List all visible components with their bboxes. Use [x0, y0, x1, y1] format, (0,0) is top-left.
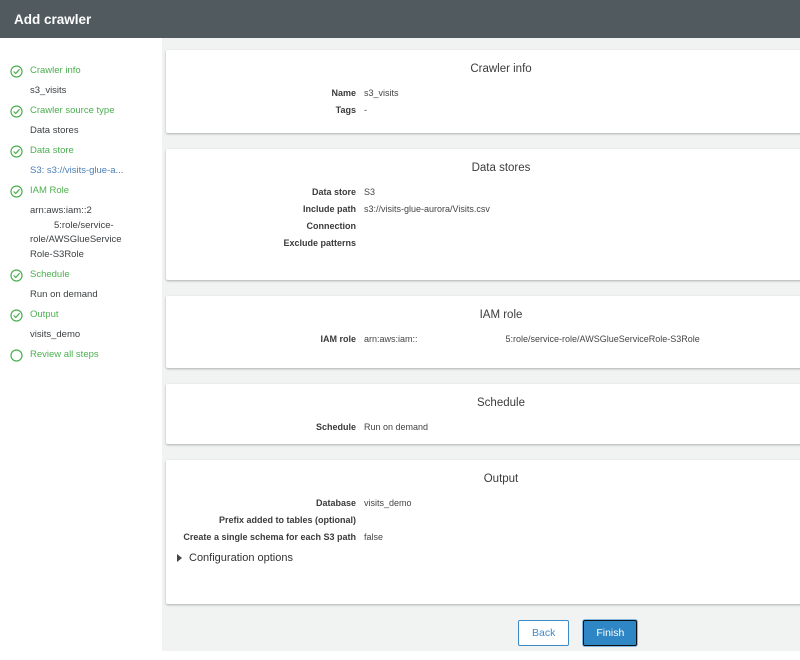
step-complete-check-icon	[10, 269, 23, 282]
arn-line: arn:aws:iam::2	[30, 204, 156, 219]
sidebar-step-value: Data stores	[30, 124, 156, 138]
configuration-options-label: Configuration options	[189, 552, 293, 564]
review-row: Create a single schema for each S3 path …	[176, 529, 800, 546]
row-label: Connection	[176, 218, 356, 235]
review-row: Exclude patterns	[176, 235, 800, 252]
row-value	[364, 218, 800, 235]
sidebar-step-iam-role[interactable]: IAM Role	[10, 184, 156, 198]
sidebar-step-label[interactable]: Data store	[30, 144, 74, 158]
row-value: visits_demo	[364, 495, 800, 512]
row-label: IAM role	[176, 331, 356, 348]
card-title: Crawler info	[176, 62, 800, 76]
step-complete-check-icon	[10, 105, 23, 118]
row-value: s3_visits	[364, 85, 800, 102]
row-label: Name	[176, 85, 356, 102]
sidebar-step-output[interactable]: Output	[10, 308, 156, 322]
row-label: Database	[176, 495, 356, 512]
sidebar-step-crawler-source-type[interactable]: Crawler source type	[10, 104, 156, 118]
sidebar-step-value: s3_visits	[30, 84, 156, 98]
iam-role-card: IAM role IAM role arn:aws:iam::5:role/se…	[166, 296, 800, 368]
row-label: Schedule	[176, 419, 356, 436]
row-label: Data store	[176, 184, 356, 201]
sidebar-step-crawler-info[interactable]: Crawler info	[10, 64, 156, 78]
schedule-card: Schedule Schedule Run on demand	[166, 384, 800, 444]
step-complete-check-icon	[10, 65, 23, 78]
sidebar-step-value: visits_demo	[30, 328, 156, 342]
review-row: Tags -	[176, 102, 800, 119]
back-button[interactable]: Back	[518, 620, 569, 646]
triangle-right-icon	[177, 554, 182, 562]
review-row: Database visits_demo	[176, 495, 800, 512]
row-label: Prefix added to tables (optional)	[176, 512, 356, 529]
finish-button[interactable]: Finish	[583, 620, 637, 646]
row-value: Run on demand	[364, 419, 800, 436]
output-card: Output Database visits_demo Prefix added…	[166, 460, 800, 604]
page-title: Add crawler	[14, 12, 91, 27]
page-layout: Crawler info s3_visits Crawler source ty…	[0, 38, 800, 651]
crawler-info-card: Crawler info Name s3_visits Tags -	[166, 50, 800, 133]
card-title: Schedule	[176, 396, 800, 410]
card-title: IAM role	[176, 308, 800, 322]
arn-line: 5:role/service-	[30, 219, 156, 234]
data-stores-card: Data stores Data store S3 Include path s…	[166, 149, 800, 280]
sidebar-step-schedule[interactable]: Schedule	[10, 268, 156, 282]
row-label: Include path	[176, 201, 356, 218]
review-row: Data store S3	[176, 184, 800, 201]
row-label: Tags	[176, 102, 356, 119]
configuration-options-toggle[interactable]: Configuration options	[176, 552, 800, 564]
card-title: Output	[176, 472, 800, 486]
row-value: s3://visits-glue-aurora/Visits.csv	[364, 201, 800, 218]
sidebar-step-label[interactable]: Schedule	[30, 268, 70, 282]
step-complete-check-icon	[10, 185, 23, 198]
wizard-actions: Back Finish	[518, 620, 800, 646]
review-panel: Crawler info Name s3_visits Tags - Data …	[162, 38, 800, 651]
review-row: IAM role arn:aws:iam::5:role/service-rol…	[176, 331, 800, 348]
window-title-bar: Add crawler	[0, 0, 800, 38]
review-row: Include path s3://visits-glue-aurora/Vis…	[176, 201, 800, 218]
wizard-steps-sidebar: Crawler info s3_visits Crawler source ty…	[0, 38, 162, 651]
review-row: Schedule Run on demand	[176, 419, 800, 436]
step-complete-check-icon	[10, 309, 23, 322]
sidebar-step-review-all-steps[interactable]: Review all steps	[10, 348, 156, 362]
sidebar-step-label[interactable]: Output	[30, 308, 59, 322]
row-label: Create a single schema for each S3 path	[176, 529, 356, 546]
arn-line: Role-S3Role	[30, 248, 156, 263]
sidebar-step-label[interactable]: Crawler info	[30, 64, 81, 78]
review-row: Connection	[176, 218, 800, 235]
row-value: -	[364, 102, 800, 119]
arn-fragment: 5:role/service-role/AWSGlueServiceRole-S…	[506, 334, 700, 344]
row-label: Exclude patterns	[176, 235, 356, 252]
row-value: false	[364, 529, 800, 546]
review-row: Prefix added to tables (optional)	[176, 512, 800, 529]
sidebar-step-value: Run on demand	[30, 288, 156, 302]
row-value-iam-arn: arn:aws:iam::5:role/service-role/AWSGlue…	[364, 331, 800, 348]
row-value	[364, 512, 800, 529]
arn-line: role/AWSGlueService	[30, 233, 156, 248]
sidebar-step-value-iam-arn: arn:aws:iam::2 5:role/service- role/AWSG…	[30, 204, 156, 262]
card-title: Data stores	[176, 161, 800, 175]
sidebar-step-data-store[interactable]: Data store	[10, 144, 156, 158]
sidebar-step-value-s3-path: S3: s3://visits-glue-a...	[30, 164, 156, 178]
sidebar-step-label[interactable]: Crawler source type	[30, 104, 114, 118]
sidebar-step-label[interactable]: Review all steps	[30, 348, 99, 362]
step-complete-check-icon	[10, 145, 23, 158]
row-value: S3	[364, 184, 800, 201]
row-value	[364, 235, 800, 252]
review-row: Name s3_visits	[176, 85, 800, 102]
step-current-circle-icon	[10, 349, 23, 362]
sidebar-step-label[interactable]: IAM Role	[30, 184, 69, 198]
arn-fragment: arn:aws:iam::	[364, 334, 418, 344]
